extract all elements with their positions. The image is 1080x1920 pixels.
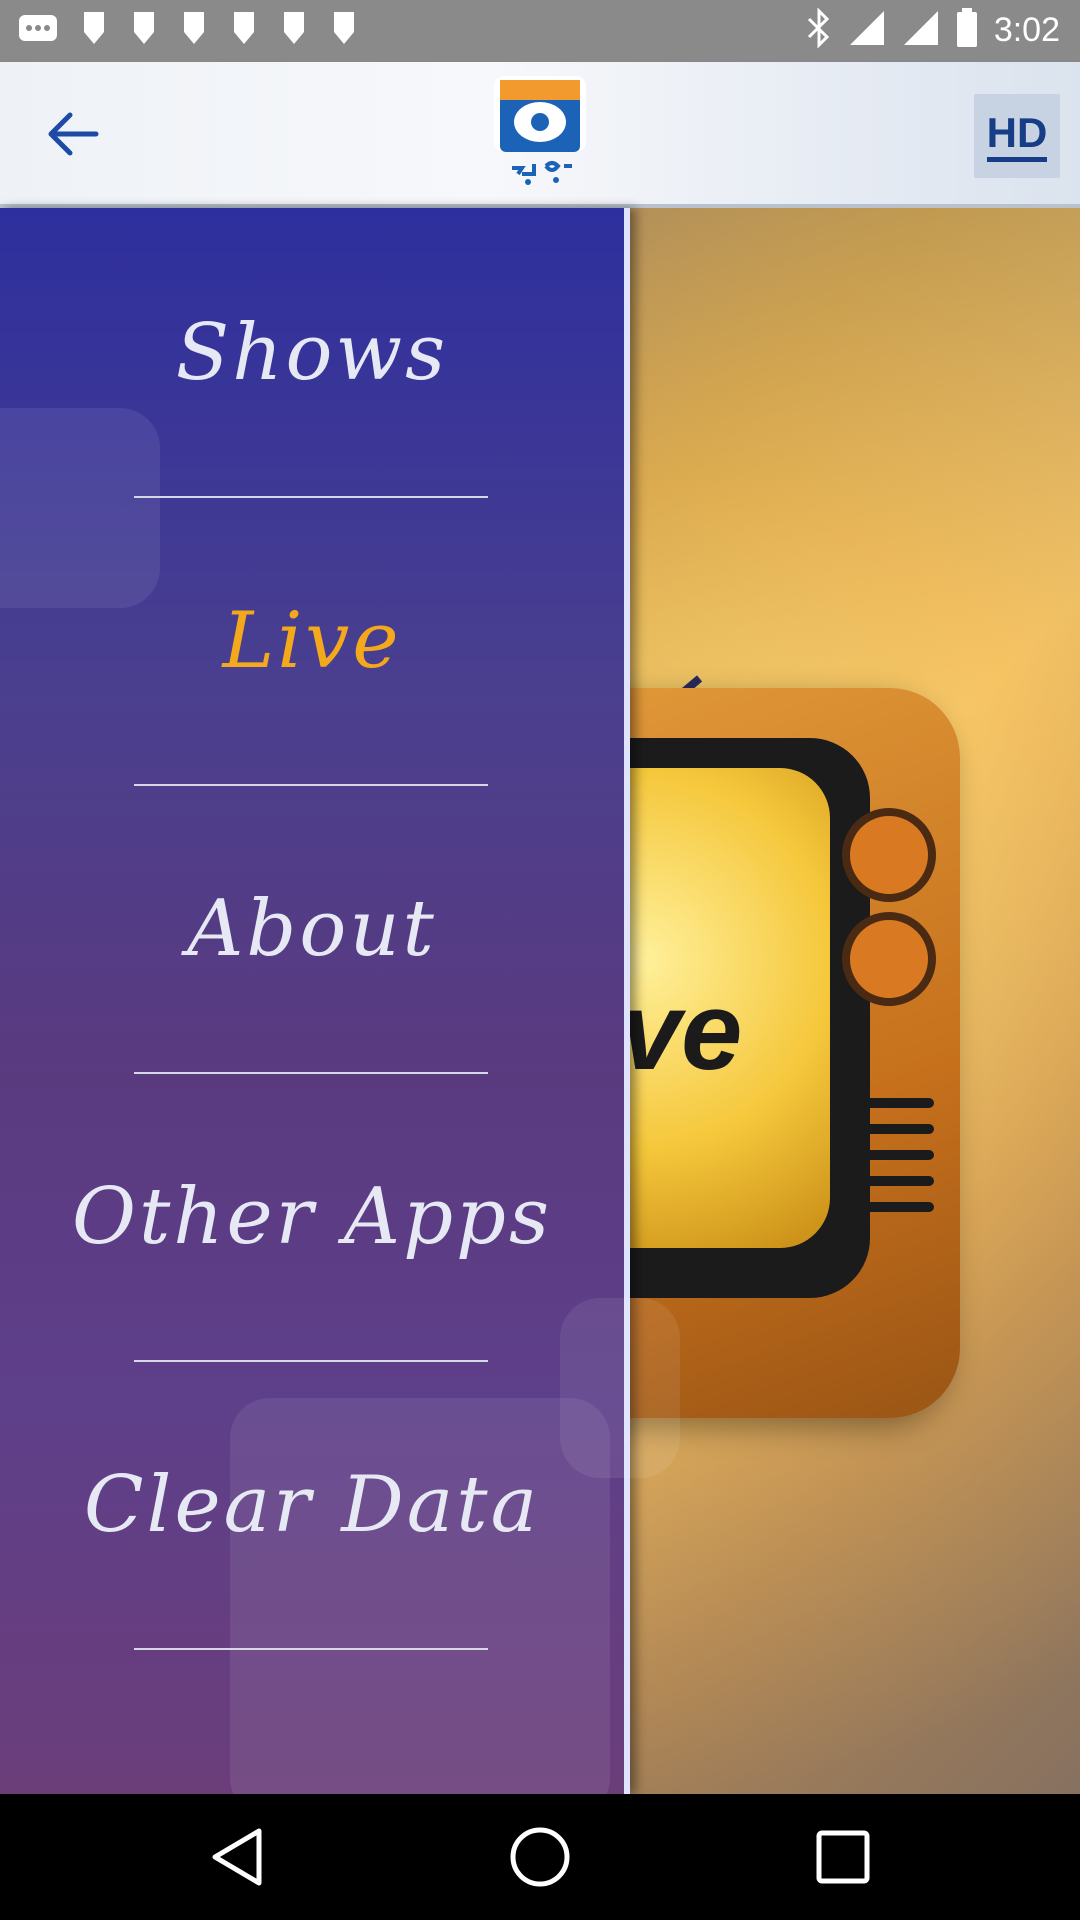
battery-icon — [956, 8, 978, 52]
system-icons: 3:02 — [806, 7, 1060, 52]
menu-item-label: Shows — [175, 308, 449, 398]
menu-item-label: Other Apps — [72, 1172, 552, 1262]
status-time: 3:02 — [993, 10, 1060, 49]
tv-screen-text: ve — [620, 970, 743, 1093]
circle-home-icon — [510, 1827, 570, 1887]
menu-item-live[interactable]: Live — [0, 496, 624, 786]
more-notifications-icon — [18, 14, 58, 46]
arrow-back-icon — [48, 112, 99, 156]
square-recents-icon — [816, 1830, 870, 1884]
tv-knob — [842, 912, 936, 1006]
side-menu: Shows Live About Other Apps Clear Data — [0, 208, 680, 1818]
menu-item-label: Live — [222, 596, 402, 686]
back-button[interactable] — [40, 102, 104, 166]
hd-label: HD — [986, 110, 1048, 162]
app-notification-icon — [180, 10, 208, 50]
menu-item-other-apps[interactable]: Other Apps — [0, 1072, 624, 1362]
nav-back-button[interactable] — [202, 1822, 272, 1892]
nav-recents-button[interactable] — [808, 1822, 878, 1892]
signal-icon — [902, 9, 940, 51]
signal-icon — [848, 9, 886, 51]
status-bar: 3:02 — [0, 0, 1080, 62]
app-notification-icon — [280, 10, 308, 50]
app-notification-icon — [330, 10, 358, 50]
geo-logo — [490, 72, 590, 190]
app-notification-icon — [230, 10, 258, 50]
app-notification-icon — [80, 10, 108, 50]
bluetooth-icon — [806, 7, 832, 52]
menu-item-label: Clear Data — [83, 1460, 541, 1550]
app-notification-icon — [130, 10, 158, 50]
triangle-back-icon — [212, 1828, 262, 1886]
navigation-bar — [0, 1794, 1080, 1920]
tv-knob — [842, 808, 936, 902]
menu-divider — [134, 1648, 488, 1650]
notification-icons — [18, 10, 358, 50]
menu-item-label: About — [187, 884, 437, 974]
menu-item-shows[interactable]: Shows — [0, 208, 624, 498]
menu-item-clear-data[interactable]: Clear Data — [0, 1360, 624, 1650]
menu-item-about[interactable]: About — [0, 784, 624, 1074]
nav-home-button[interactable] — [505, 1822, 575, 1892]
tv-speaker-grille — [830, 1098, 934, 1238]
hd-button[interactable]: HD — [974, 94, 1060, 178]
app-header: HD — [0, 62, 1080, 208]
